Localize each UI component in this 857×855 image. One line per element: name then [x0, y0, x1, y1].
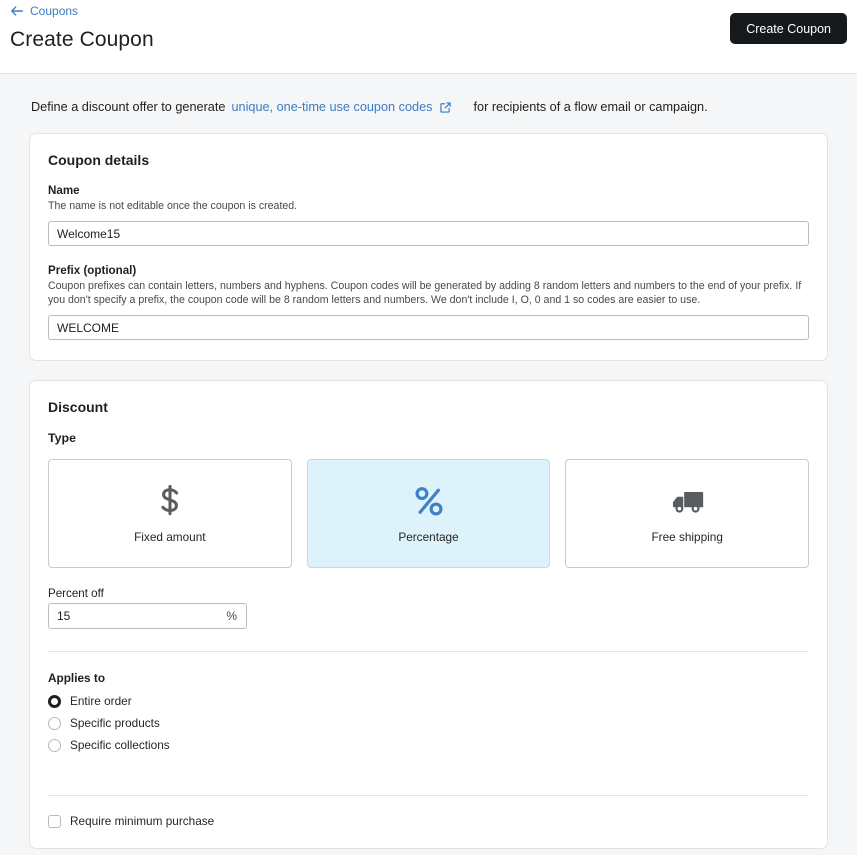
discount-type-label: Type [48, 431, 76, 446]
require-minimum-purchase-label: Require minimum purchase [70, 814, 215, 829]
prefix-input[interactable] [48, 315, 809, 341]
checkbox-require-minimum-purchase-icon [48, 814, 61, 828]
discount-card: Discount Type Fixed amount Percentage Fr… [29, 380, 828, 850]
percent-suffix-label: % [226, 609, 237, 624]
dollar-sign-icon [158, 484, 182, 520]
external-link-icon [439, 101, 452, 114]
intro-description: Define a discount offer to generate uniq… [0, 74, 857, 114]
arrow-left-icon [10, 4, 24, 18]
page-header: Coupons Create Coupon Create Coupon [0, 0, 857, 74]
prefix-help-text: Coupon prefixes can contain letters, num… [48, 280, 802, 307]
discount-type-free-shipping-label: Free shipping [651, 529, 723, 544]
applies-to-option-specific-collections[interactable]: Specific collections [48, 738, 809, 752]
name-input[interactable] [48, 221, 809, 247]
coupon-details-card: Coupon details Name The name is not edit… [29, 133, 828, 362]
percent-icon [414, 484, 444, 520]
applies-to-option-entire-order[interactable]: Entire order [48, 694, 809, 708]
applies-to-option-specific-products[interactable]: Specific products [48, 716, 809, 730]
create-coupon-button[interactable]: Create Coupon [730, 13, 847, 44]
page-title: Create Coupon [10, 28, 154, 51]
discount-type-percentage-label: Percentage [398, 529, 459, 544]
back-to-coupons-link[interactable]: Coupons [10, 4, 78, 18]
coupon-codes-link-label: unique, one-time use coupon codes [231, 100, 433, 114]
prefix-label: Prefix (optional) [48, 264, 137, 278]
discount-type-fixed-amount[interactable]: Fixed amount [48, 459, 292, 569]
discount-title: Discount [48, 399, 108, 416]
truck-icon [668, 484, 706, 520]
coupon-codes-link[interactable]: unique, one-time use coupon codes [231, 100, 452, 114]
name-field-block: Name The name is not editable once the c… [48, 184, 809, 247]
prefix-field-block: Prefix (optional) Coupon prefixes can co… [48, 264, 809, 341]
radio-specific-products-icon [48, 716, 61, 730]
applies-to-option-specific-collections-label: Specific collections [70, 738, 170, 753]
percent-off-block: Percent off % [48, 587, 809, 630]
back-link-label: Coupons [30, 4, 79, 18]
name-label: Name [48, 184, 80, 197]
intro-trail-text: for recipients of a flow email or campai… [473, 100, 708, 114]
require-minimum-purchase-row[interactable]: Require minimum purchase [48, 814, 809, 828]
applies-to-option-entire-order-label: Entire order [70, 694, 132, 709]
discount-type-percentage[interactable]: Percentage [306, 459, 551, 569]
divider-above-applies-to [48, 651, 809, 653]
discount-type-options: Fixed amount Percentage Free shipping [48, 459, 810, 569]
coupon-details-title: Coupon details [48, 152, 150, 168]
discount-type-free-shipping[interactable]: Free shipping [565, 459, 810, 569]
radio-entire-order-icon [48, 694, 61, 708]
name-help-text: The name is not editable once the coupon… [48, 200, 298, 212]
radio-specific-collections-icon [48, 738, 61, 752]
percent-off-label: Percent off [48, 587, 104, 601]
applies-to-label: Applies to [48, 671, 106, 686]
divider-above-minimum-purchase [48, 795, 809, 797]
percent-off-input[interactable] [49, 604, 227, 629]
applies-to-option-specific-products-label: Specific products [70, 716, 160, 731]
intro-lead-text: Define a discount offer to generate [31, 100, 226, 114]
discount-type-fixed-amount-label: Fixed amount [134, 529, 206, 544]
percent-off-input-wrap: % [48, 603, 247, 630]
